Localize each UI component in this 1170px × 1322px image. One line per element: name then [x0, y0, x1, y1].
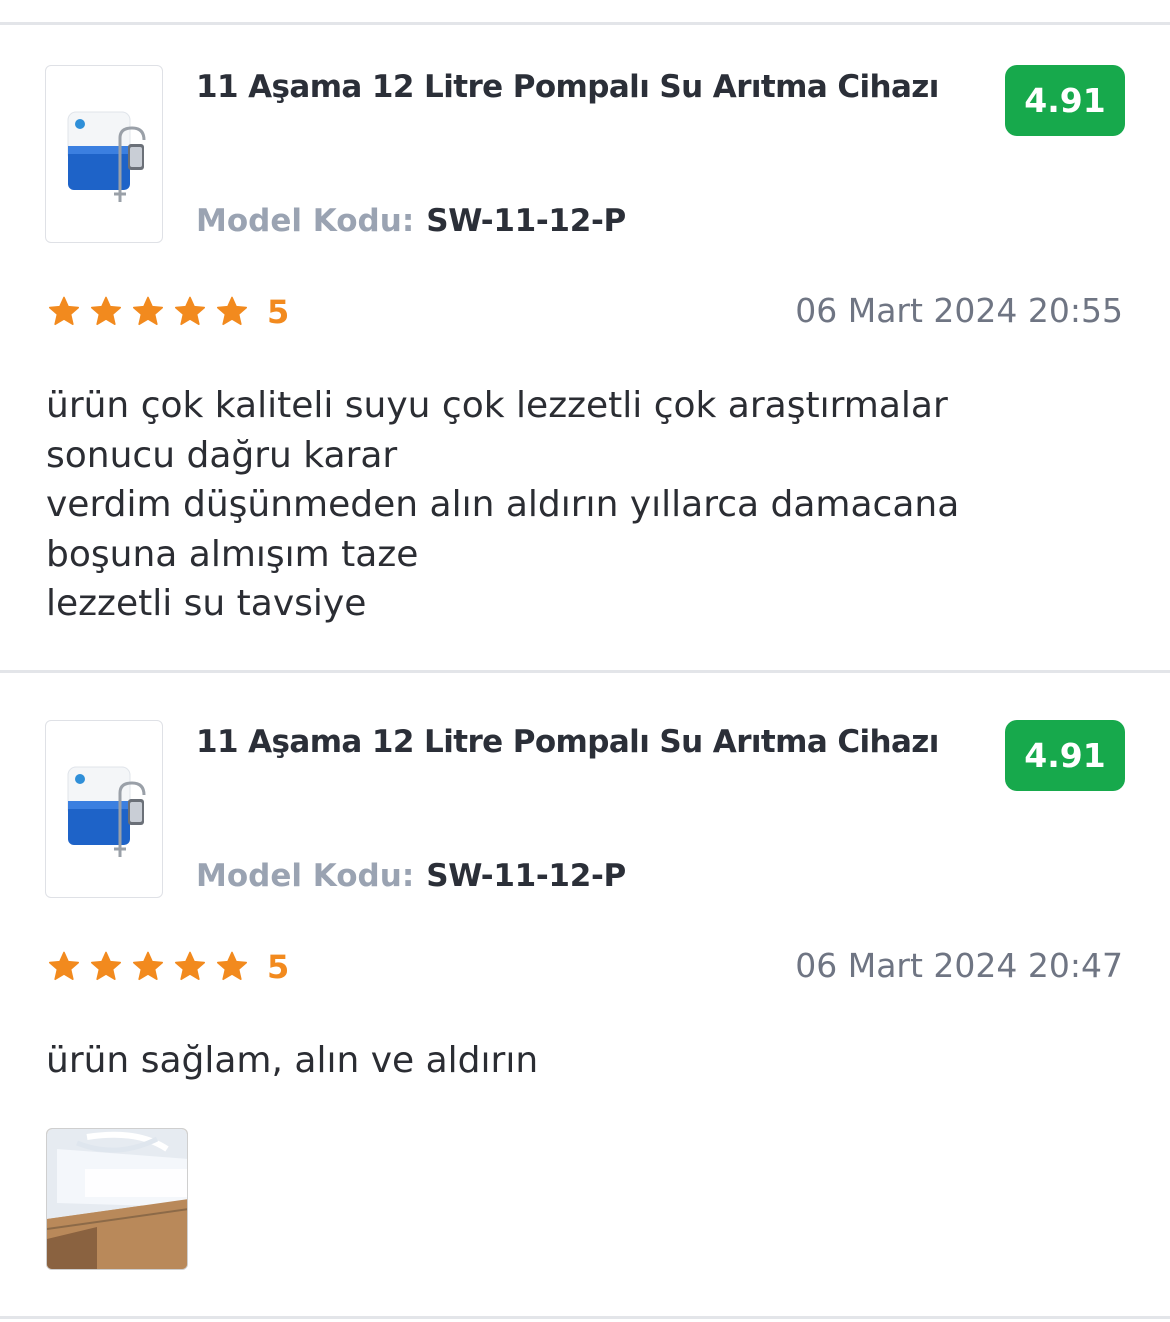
score-badge: 4.91	[1005, 65, 1125, 136]
star-icon	[89, 295, 123, 329]
review-text-line: verdim düşünmeden alın aldırın yıllarca …	[46, 484, 960, 526]
water-purifier-icon	[67, 111, 146, 202]
divider	[0, 670, 1170, 673]
water-purifier-icon	[67, 766, 146, 857]
model-label: Model Kodu:	[196, 203, 415, 239]
review-text-line: boşuna almışım taze	[46, 533, 419, 575]
star-icon	[131, 295, 165, 329]
review-card: 11 Aşama 12 Litre Pompalı Su Arıtma Ciha…	[0, 25, 1170, 670]
star-rating: 5	[47, 293, 289, 331]
review-text-line: ürün çok kaliteli suyu çok lezzetli çok …	[46, 385, 948, 426]
reviews-page: 11 Aşama 12 Litre Pompalı Su Arıtma Ciha…	[0, 0, 1170, 1322]
star-icon	[47, 295, 81, 329]
rating-value: 5	[267, 948, 290, 986]
review-date: 06 Mart 2024 20:47	[795, 946, 1123, 985]
product-title[interactable]: 11 Aşama 12 Litre Pompalı Su Arıtma Ciha…	[196, 724, 939, 760]
review-text-line: ürün sağlam, alın ve aldırın	[46, 1040, 539, 1081]
star-rating: 5	[47, 948, 289, 986]
review-date: 06 Mart 2024 20:55	[795, 291, 1123, 330]
star-icon	[173, 295, 207, 329]
review-photo-image	[47, 1129, 187, 1269]
star-icon	[173, 950, 207, 984]
review-text-line: lezzetli su tavsiye	[46, 583, 367, 625]
review-text: ürün sağlam, alın ve aldırın	[46, 1036, 1136, 1086]
model-code-row: Model Kodu: SW-11-12-P	[196, 858, 626, 894]
star-icon	[215, 295, 249, 329]
product-title[interactable]: 11 Aşama 12 Litre Pompalı Su Arıtma Ciha…	[196, 69, 939, 105]
star-icon	[89, 950, 123, 984]
star-icon	[131, 950, 165, 984]
model-code: SW-11-12-P	[426, 858, 626, 894]
rating-value: 5	[267, 293, 290, 331]
review-photo[interactable]	[46, 1128, 188, 1270]
product-thumbnail[interactable]	[45, 720, 163, 898]
score-badge: 4.91	[1005, 720, 1125, 791]
product-thumbnail[interactable]	[45, 65, 163, 243]
star-icon	[47, 950, 81, 984]
model-code: SW-11-12-P	[426, 203, 626, 239]
divider	[0, 1316, 1170, 1319]
star-icon	[215, 950, 249, 984]
review-text: ürün çok kaliteli suyu çok lezzetli çok …	[46, 381, 1136, 629]
model-label: Model Kodu:	[196, 858, 415, 894]
model-code-row: Model Kodu: SW-11-12-P	[196, 203, 626, 239]
review-text-line: sonucu dağru karar	[46, 434, 398, 476]
